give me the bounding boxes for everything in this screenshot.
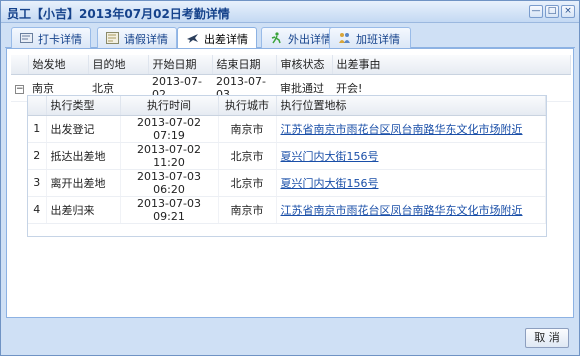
walking-person-icon — [270, 32, 283, 44]
cancel-button[interactable]: 取 消 — [525, 328, 569, 348]
location-cell: 夏兴门内大街156号 — [276, 169, 546, 197]
time-cell: 2013-07-03 06:20 — [120, 169, 219, 197]
tab-leave-details[interactable]: 请假详情 — [97, 27, 177, 48]
column-header[interactable]: 执行位置地标 — [276, 96, 546, 116]
column-header[interactable]: 审核状态 — [276, 55, 333, 75]
tab-label: 外出详情 — [288, 33, 332, 46]
location-link[interactable]: 江苏省南京市雨花台区凤台南路华东文化市场附近 — [281, 123, 523, 136]
column-header[interactable]: 出差事由 — [332, 55, 571, 75]
execution-table-header: 执行类型 执行时间 执行城市 执行位置地标 — [28, 96, 546, 116]
tab-label: 出差详情 — [204, 33, 248, 46]
location-cell: 夏兴门内大街156号 — [276, 142, 546, 170]
tab-label: 请假详情 — [124, 33, 168, 46]
location-link[interactable]: 江苏省南京市雨花台区凤台南路华东文化市场附近 — [281, 204, 523, 217]
minimize-button[interactable]: — — [529, 5, 543, 18]
location-link[interactable]: 夏兴门内大街156号 — [281, 177, 379, 190]
type-cell: 出差归来 — [46, 196, 121, 224]
collapse-toggle-icon[interactable]: − — [15, 85, 24, 94]
city-cell: 北京市 — [218, 169, 277, 197]
window-title: 员工【小吉】2013年07月02日考勤详情 — [7, 7, 230, 21]
row-index: 4 — [28, 196, 47, 224]
city-cell: 南京市 — [218, 196, 277, 224]
tab-label: 打卡详情 — [38, 33, 82, 46]
city-cell: 北京市 — [218, 142, 277, 170]
tab-strip: 打卡详情 请假详情 出差详情 外出详情 加班详情 — [5, 24, 575, 49]
row-index: 2 — [28, 142, 47, 170]
column-header[interactable]: 目的地 — [88, 55, 149, 75]
column-header[interactable]: 结束日期 — [212, 55, 277, 75]
title-bar[interactable]: 员工【小吉】2013年07月02日考勤详情 — □ × — [1, 1, 579, 23]
overtime-users-icon — [338, 32, 351, 44]
table-row[interactable]: 2 抵达出差地 2013-07-02 11:20 北京市 夏兴门内大街156号 — [28, 142, 546, 170]
column-header[interactable]: 开始日期 — [148, 55, 213, 75]
column-header[interactable]: 执行类型 — [46, 96, 121, 116]
leave-form-icon — [106, 32, 119, 44]
trip-details-panel: 始发地 目的地 开始日期 结束日期 审核状态 出差事由 − 南京 北京 2013… — [6, 48, 574, 318]
dialog-footer: 取 消 — [1, 319, 579, 355]
column-header[interactable]: 始发地 — [28, 55, 89, 75]
location-link[interactable]: 夏兴门内大街156号 — [281, 150, 379, 163]
clock-card-icon — [20, 32, 33, 44]
tab-business-trip-details[interactable]: 出差详情 — [177, 27, 257, 49]
execution-detail-panel: 执行类型 执行时间 执行城市 执行位置地标 1 出发登记 2013-07-02 … — [27, 95, 547, 237]
time-cell: 2013-07-03 09:21 — [120, 196, 219, 224]
expander-column-header — [11, 55, 29, 75]
close-button[interactable]: × — [561, 5, 575, 18]
type-cell: 出发登记 — [46, 115, 121, 143]
time-cell: 2013-07-02 11:20 — [120, 142, 219, 170]
tab-label: 加班详情 — [356, 33, 400, 46]
index-column-header — [28, 96, 47, 116]
type-cell: 抵达出差地 — [46, 142, 121, 170]
table-row[interactable]: 4 出差归来 2013-07-03 09:21 南京市 江苏省南京市雨花台区凤台… — [28, 196, 546, 224]
city-cell: 南京市 — [218, 115, 277, 143]
row-expander-cell[interactable]: − — [11, 74, 28, 102]
table-row[interactable]: 1 出发登记 2013-07-02 07:19 南京市 江苏省南京市雨花台区凤台… — [28, 115, 546, 143]
column-header[interactable]: 执行城市 — [218, 96, 277, 116]
time-cell: 2013-07-02 07:19 — [120, 115, 219, 143]
row-index: 3 — [28, 169, 47, 197]
type-cell: 离开出差地 — [46, 169, 121, 197]
row-index: 1 — [28, 115, 47, 143]
tab-overtime-details[interactable]: 加班详情 — [329, 27, 411, 48]
table-row[interactable]: 3 离开出差地 2013-07-03 06:20 北京市 夏兴门内大街156号 — [28, 169, 546, 197]
location-cell: 江苏省南京市雨花台区凤台南路华东文化市场附近 — [276, 115, 546, 143]
trip-table-header: 始发地 目的地 开始日期 结束日期 审核状态 出差事由 — [11, 55, 571, 75]
maximize-button[interactable]: □ — [545, 5, 559, 18]
execution-detail-table: 执行类型 执行时间 执行城市 执行位置地标 1 出发登记 2013-07-02 … — [28, 96, 546, 224]
airplane-icon — [186, 32, 199, 44]
column-header[interactable]: 执行时间 — [120, 96, 219, 116]
tab-clock-in-details[interactable]: 打卡详情 — [11, 27, 91, 48]
attendance-detail-window: 员工【小吉】2013年07月02日考勤详情 — □ × 打卡详情 请假详情 出差… — [0, 0, 580, 356]
location-cell: 江苏省南京市雨花台区凤台南路华东文化市场附近 — [276, 196, 546, 224]
